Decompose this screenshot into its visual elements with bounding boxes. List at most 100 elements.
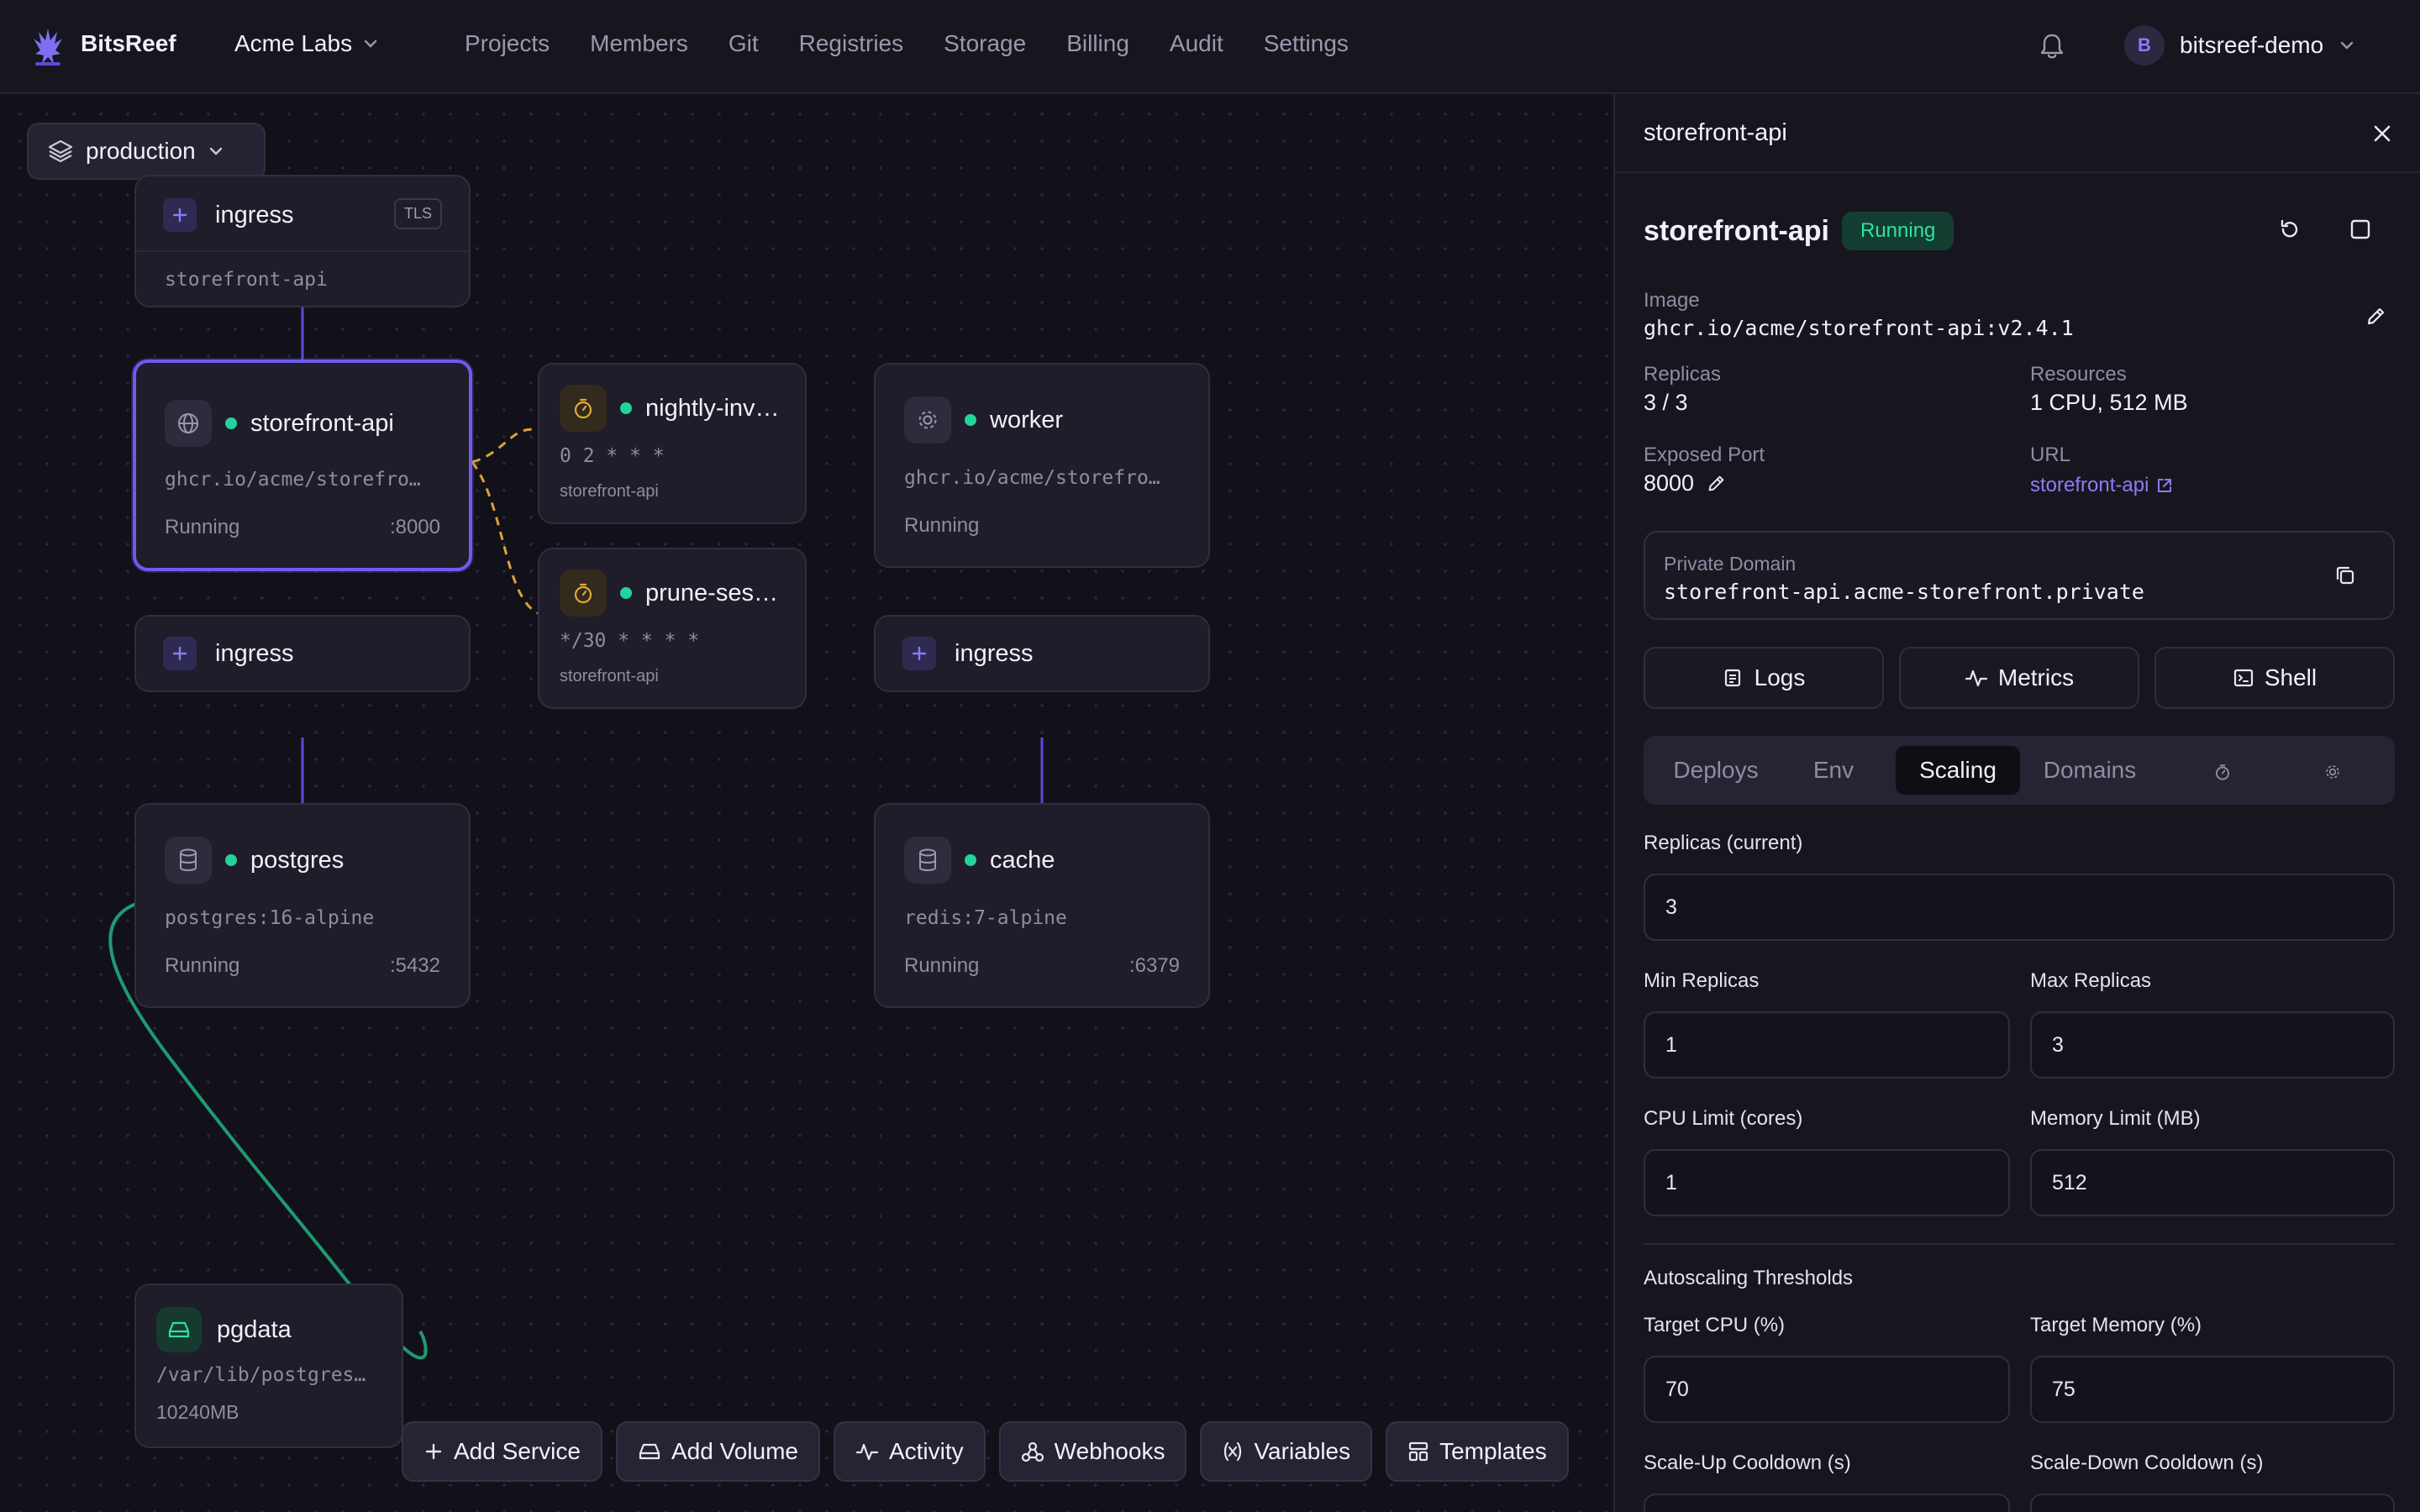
service-status: Running bbox=[904, 514, 980, 537]
ingress-node-worker[interactable]: ingress bbox=[874, 615, 1210, 692]
shell-button[interactable]: Shell bbox=[2154, 647, 2395, 709]
service-name-heading: storefront-api bbox=[1644, 215, 1829, 247]
logs-label: Logs bbox=[1754, 664, 1806, 690]
nav-git[interactable]: Git bbox=[729, 30, 759, 57]
plus-icon bbox=[163, 198, 197, 232]
target-cpu-input[interactable]: 70 bbox=[1644, 1356, 2010, 1423]
max-replicas-input[interactable]: 3 bbox=[2030, 1011, 2395, 1079]
tab-deploys[interactable]: Deploys bbox=[1659, 746, 1773, 795]
service-card-cache[interactable]: cache redis:7-alpine Running :6379 bbox=[874, 803, 1210, 1008]
variables-label: Variables bbox=[1254, 1438, 1351, 1464]
nav-storage[interactable]: Storage bbox=[944, 30, 1026, 57]
port-value: 8000 bbox=[1644, 470, 1695, 496]
service-status: Running bbox=[165, 516, 240, 538]
url-link[interactable]: storefront-api bbox=[2030, 474, 2174, 497]
min-replicas-label: Min Replicas bbox=[1644, 969, 1760, 992]
url-value: storefront-api bbox=[2030, 474, 2149, 496]
service-detail-panel: storefront-api storefront-api Running Im… bbox=[1613, 94, 2420, 1512]
status-dot bbox=[225, 854, 237, 866]
org-switcher[interactable]: Acme Labs bbox=[234, 30, 379, 57]
nav-members[interactable]: Members bbox=[590, 30, 688, 57]
bitsreef-logo-icon[interactable] bbox=[32, 25, 64, 69]
nav-registries[interactable]: Registries bbox=[799, 30, 903, 57]
tab-env[interactable]: Env bbox=[1791, 746, 1876, 795]
memory-limit-input[interactable]: 512 bbox=[2030, 1149, 2395, 1216]
add-service-label: Add Service bbox=[454, 1438, 581, 1464]
service-card-postgres[interactable]: postgres postgres:16-alpine Running :543… bbox=[134, 803, 471, 1008]
activity-icon bbox=[1965, 669, 1987, 687]
nav-audit[interactable]: Audit bbox=[1170, 30, 1223, 57]
nav-projects[interactable]: Projects bbox=[465, 30, 550, 57]
variables-button[interactable]: Variables bbox=[1200, 1421, 1373, 1482]
cron-card-prune[interactable]: prune-ses… */30 * * * * storefront-api bbox=[538, 548, 807, 709]
private-domain-label: Private Domain bbox=[1664, 553, 1797, 575]
service-canvas[interactable]: production ingress TLS storefront-api st… bbox=[0, 94, 1613, 1512]
tab-settings[interactable] bbox=[2286, 746, 2380, 795]
replicas-current-input[interactable]: 3 bbox=[1644, 874, 2395, 941]
add-service-button[interactable]: Add Service bbox=[402, 1421, 602, 1482]
cpu-limit-input[interactable]: 1 bbox=[1644, 1149, 2010, 1216]
cpu-limit-label: CPU Limit (cores) bbox=[1644, 1107, 1803, 1130]
gear-icon bbox=[2326, 764, 2339, 779]
plus-icon bbox=[425, 1443, 442, 1460]
webhooks-button[interactable]: Webhooks bbox=[998, 1421, 1187, 1482]
replicas-label: Replicas bbox=[1644, 363, 1722, 386]
cron-card-nightly[interactable]: nightly-inv… 0 2 * * * storefront-api bbox=[538, 363, 807, 524]
activity-button[interactable]: Activity bbox=[833, 1421, 986, 1482]
timer-icon bbox=[560, 570, 607, 617]
tab-schedules[interactable] bbox=[2170, 746, 2275, 795]
ingress-node-tls[interactable]: ingress TLS storefront-api bbox=[134, 175, 471, 307]
gear-icon bbox=[904, 396, 951, 444]
scale-up-cooldown-input[interactable] bbox=[1644, 1494, 2010, 1512]
templates-label: Templates bbox=[1439, 1438, 1547, 1464]
environment-switcher[interactable]: production bbox=[27, 123, 266, 180]
image-label: Image bbox=[1644, 289, 1700, 312]
panel-header: storefront-api bbox=[1615, 94, 2420, 173]
hard-drive-icon bbox=[156, 1307, 202, 1352]
tab-scaling[interactable]: Scaling bbox=[1896, 746, 2020, 795]
volume-size: 10240MB bbox=[156, 1401, 239, 1423]
resources-value: 1 CPU, 512 MB bbox=[2030, 390, 2188, 415]
ingress-target: storefront-api bbox=[165, 269, 328, 291]
close-icon[interactable] bbox=[2371, 123, 2393, 144]
restart-icon[interactable] bbox=[2277, 217, 2302, 242]
replicas-value: 3 / 3 bbox=[1644, 390, 1688, 415]
metrics-button[interactable]: Metrics bbox=[1899, 647, 2139, 709]
avatar: B bbox=[2124, 25, 2165, 66]
stop-icon[interactable] bbox=[2349, 218, 2371, 240]
pencil-icon[interactable] bbox=[2365, 306, 2386, 328]
add-volume-button[interactable]: Add Volume bbox=[615, 1421, 820, 1482]
brand-name[interactable]: BitsReef bbox=[81, 30, 176, 57]
activity-label: Activity bbox=[888, 1438, 964, 1464]
service-card-worker[interactable]: worker ghcr.io/acme/storefro… Running bbox=[874, 363, 1210, 568]
app-root: BitsReef Acme Labs Projects Members Git … bbox=[0, 0, 2420, 1512]
user-menu[interactable]: B bitsreef-demo bbox=[2124, 25, 2355, 66]
max-replicas-label: Max Replicas bbox=[2030, 969, 2152, 992]
tab-domains[interactable]: Domains bbox=[2028, 746, 2151, 795]
service-image: ghcr.io/acme/storefro… bbox=[165, 469, 421, 491]
pencil-icon[interactable] bbox=[1706, 474, 1726, 494]
logs-button[interactable]: Logs bbox=[1644, 647, 1884, 709]
bell-icon[interactable] bbox=[2039, 32, 2065, 60]
target-memory-input[interactable]: 75 bbox=[2030, 1356, 2395, 1423]
nav-billing[interactable]: Billing bbox=[1066, 30, 1129, 57]
variable-icon bbox=[1224, 1441, 1242, 1462]
service-card-storefront-api[interactable]: storefront-api ghcr.io/acme/storefro… Ru… bbox=[133, 360, 472, 571]
service-port: :8000 bbox=[389, 516, 440, 538]
min-replicas-input[interactable]: 1 bbox=[1644, 1011, 2010, 1079]
cron-target: storefront-api bbox=[560, 667, 659, 685]
cron-schedule: 0 2 * * * bbox=[560, 445, 665, 467]
scale-down-cooldown-input[interactable] bbox=[2030, 1494, 2395, 1512]
section-divider bbox=[1644, 1243, 2395, 1245]
nav-settings[interactable]: Settings bbox=[1264, 30, 1349, 57]
copy-icon[interactable] bbox=[2333, 563, 2358, 588]
volume-card-pgdata[interactable]: pgdata /var/lib/postgres… 10240MB bbox=[134, 1284, 403, 1448]
volume-name: pgdata bbox=[217, 1315, 292, 1343]
templates-button[interactable]: Templates bbox=[1386, 1421, 1569, 1482]
template-icon bbox=[1409, 1441, 1428, 1462]
ingress-node-storefront[interactable]: ingress bbox=[134, 615, 471, 692]
service-name: cache bbox=[990, 846, 1055, 874]
service-image: ghcr.io/acme/storefro… bbox=[904, 467, 1160, 489]
memory-limit-label: Memory Limit (MB) bbox=[2030, 1107, 2201, 1130]
plus-icon bbox=[902, 637, 936, 670]
